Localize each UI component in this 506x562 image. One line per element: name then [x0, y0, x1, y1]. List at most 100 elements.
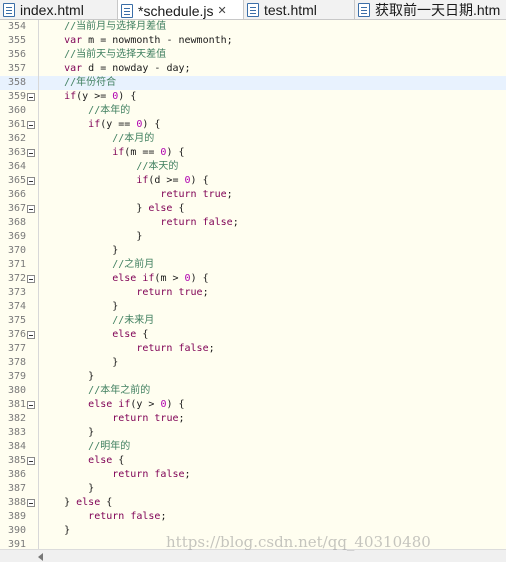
- code-line[interactable]: 383 }: [0, 426, 506, 440]
- code-line[interactable]: 374 }: [0, 300, 506, 314]
- code-line[interactable]: 359 if(y >= 0) {: [0, 90, 506, 104]
- code-line[interactable]: 388 } else {: [0, 496, 506, 510]
- code-line[interactable]: 387 }: [0, 482, 506, 496]
- code-keyword: else: [148, 203, 173, 214]
- code-line[interactable]: 354 //当前月与选择月差值: [0, 20, 506, 34]
- line-number: 389: [7, 511, 26, 522]
- gutter-divider: [38, 20, 39, 549]
- code-line[interactable]: 364 //本天的: [0, 160, 506, 174]
- line-number: 384: [7, 441, 26, 452]
- fold-collapse-icon[interactable]: [27, 149, 35, 157]
- code-keyword: else: [88, 399, 113, 410]
- tab-2[interactable]: test.html: [244, 0, 355, 19]
- code-token: }: [112, 301, 119, 312]
- tab-1[interactable]: *schedule.js ✕: [118, 0, 244, 19]
- code-token: ) {: [166, 399, 185, 410]
- code-token: (y >: [130, 399, 161, 410]
- code-token: ;: [178, 413, 185, 424]
- code-text: //年份符合: [40, 76, 116, 90]
- code-text: //本月的: [40, 132, 154, 146]
- tab-3[interactable]: 获取前一天日期.htm: [355, 0, 506, 19]
- tab-label: *schedule.js: [138, 2, 214, 19]
- code-token: ;: [232, 217, 239, 228]
- code-keyword: return: [112, 469, 149, 480]
- fold-collapse-icon[interactable]: [27, 499, 35, 507]
- scroll-left-arrow-icon[interactable]: [38, 553, 43, 561]
- code-line[interactable]: 386 return false;: [0, 468, 506, 482]
- code-token: }: [88, 427, 95, 438]
- code-line[interactable]: 385 else {: [0, 454, 506, 468]
- code-text: return true;: [40, 188, 232, 202]
- close-tab-icon[interactable]: ✕: [218, 4, 227, 17]
- code-line[interactable]: 357 var d = nowday - day;: [0, 62, 506, 76]
- fold-collapse-icon[interactable]: [27, 177, 35, 185]
- fold-collapse-icon[interactable]: [27, 457, 35, 465]
- code-token: }: [88, 483, 95, 494]
- code-line[interactable]: 366 return true;: [0, 188, 506, 202]
- fold-collapse-icon[interactable]: [27, 331, 35, 339]
- fold-collapse-icon[interactable]: [27, 401, 35, 409]
- code-token: ) {: [190, 175, 209, 186]
- file-icon: [3, 3, 15, 17]
- code-line[interactable]: 361 if(y == 0) {: [0, 118, 506, 132]
- fold-collapse-icon[interactable]: [27, 93, 35, 101]
- fold-collapse-icon[interactable]: [27, 121, 35, 129]
- code-comment: //本天的: [136, 161, 179, 172]
- code-line[interactable]: 378 }: [0, 356, 506, 370]
- code-text: else if(y > 0) {: [40, 398, 185, 412]
- code-line[interactable]: 365 if(d >= 0) {: [0, 174, 506, 188]
- code-line[interactable]: 379 }: [0, 370, 506, 384]
- code-line[interactable]: 373 return true;: [0, 286, 506, 300]
- code-line[interactable]: 371 //之前月: [0, 258, 506, 272]
- code-line[interactable]: 369 }: [0, 230, 506, 244]
- code-line[interactable]: 376 else {: [0, 328, 506, 342]
- code-token: {: [136, 329, 149, 340]
- line-number: 356: [7, 49, 26, 60]
- code-line[interactable]: 355 var m = nowmonth - newmonth;: [0, 34, 506, 48]
- code-line[interactable]: 368 return false;: [0, 216, 506, 230]
- line-number: 371: [7, 259, 26, 270]
- line-number: 386: [7, 469, 26, 480]
- code-line[interactable]: 380 //本年之前的: [0, 384, 506, 398]
- code-line[interactable]: 367 } else {: [0, 202, 506, 216]
- line-number: 390: [7, 525, 26, 536]
- code-line[interactable]: 375 //未来月: [0, 314, 506, 328]
- code-text: return false;: [40, 510, 166, 524]
- code-token: {: [112, 455, 125, 466]
- code-line[interactable]: 384 //明年的: [0, 440, 506, 454]
- code-line[interactable]: 389 return false;: [0, 510, 506, 524]
- fold-collapse-icon[interactable]: [27, 205, 35, 213]
- code-text: else if(m > 0) {: [40, 272, 208, 286]
- code-keyword: if: [118, 399, 131, 410]
- code-keyword: if: [136, 175, 149, 186]
- code-editor[interactable]: 354 //当前月与选择月差值 355 var m = nowmonth - ne…: [0, 20, 506, 549]
- code-token: }: [64, 525, 71, 536]
- file-icon: [247, 3, 259, 17]
- code-line[interactable]: 362 //本月的: [0, 132, 506, 146]
- code-line[interactable]: 372 else if(m > 0) {: [0, 272, 506, 286]
- code-line[interactable]: 377 return false;: [0, 342, 506, 356]
- code-comment: //未来月: [112, 315, 155, 326]
- line-number: 372: [7, 273, 26, 284]
- code-line[interactable]: 360 //本年的: [0, 104, 506, 118]
- line-number: 362: [7, 133, 26, 144]
- code-keyword: true: [154, 413, 179, 424]
- line-number: 357: [7, 63, 26, 74]
- code-comment: //本年之前的: [88, 385, 151, 396]
- code-line[interactable]: 363 if(m == 0) {: [0, 146, 506, 160]
- code-token: (y >=: [76, 91, 113, 102]
- fold-collapse-icon[interactable]: [27, 275, 35, 283]
- code-line[interactable]: 356 //当前天与选择天差值: [0, 48, 506, 62]
- code-line[interactable]: 381 else if(y > 0) {: [0, 398, 506, 412]
- line-number: 374: [7, 301, 26, 312]
- code-line[interactable]: 382 return true;: [0, 412, 506, 426]
- code-text: } else {: [40, 202, 184, 216]
- code-text: //未来月: [40, 314, 154, 328]
- code-token: }: [136, 231, 143, 242]
- code-line[interactable]: 370 }: [0, 244, 506, 258]
- code-token: }: [64, 497, 77, 508]
- line-number: 376: [7, 329, 26, 340]
- code-keyword: return: [112, 413, 149, 424]
- tab-0[interactable]: index.html: [0, 0, 118, 19]
- code-line[interactable]: 358 //年份符合: [0, 76, 506, 90]
